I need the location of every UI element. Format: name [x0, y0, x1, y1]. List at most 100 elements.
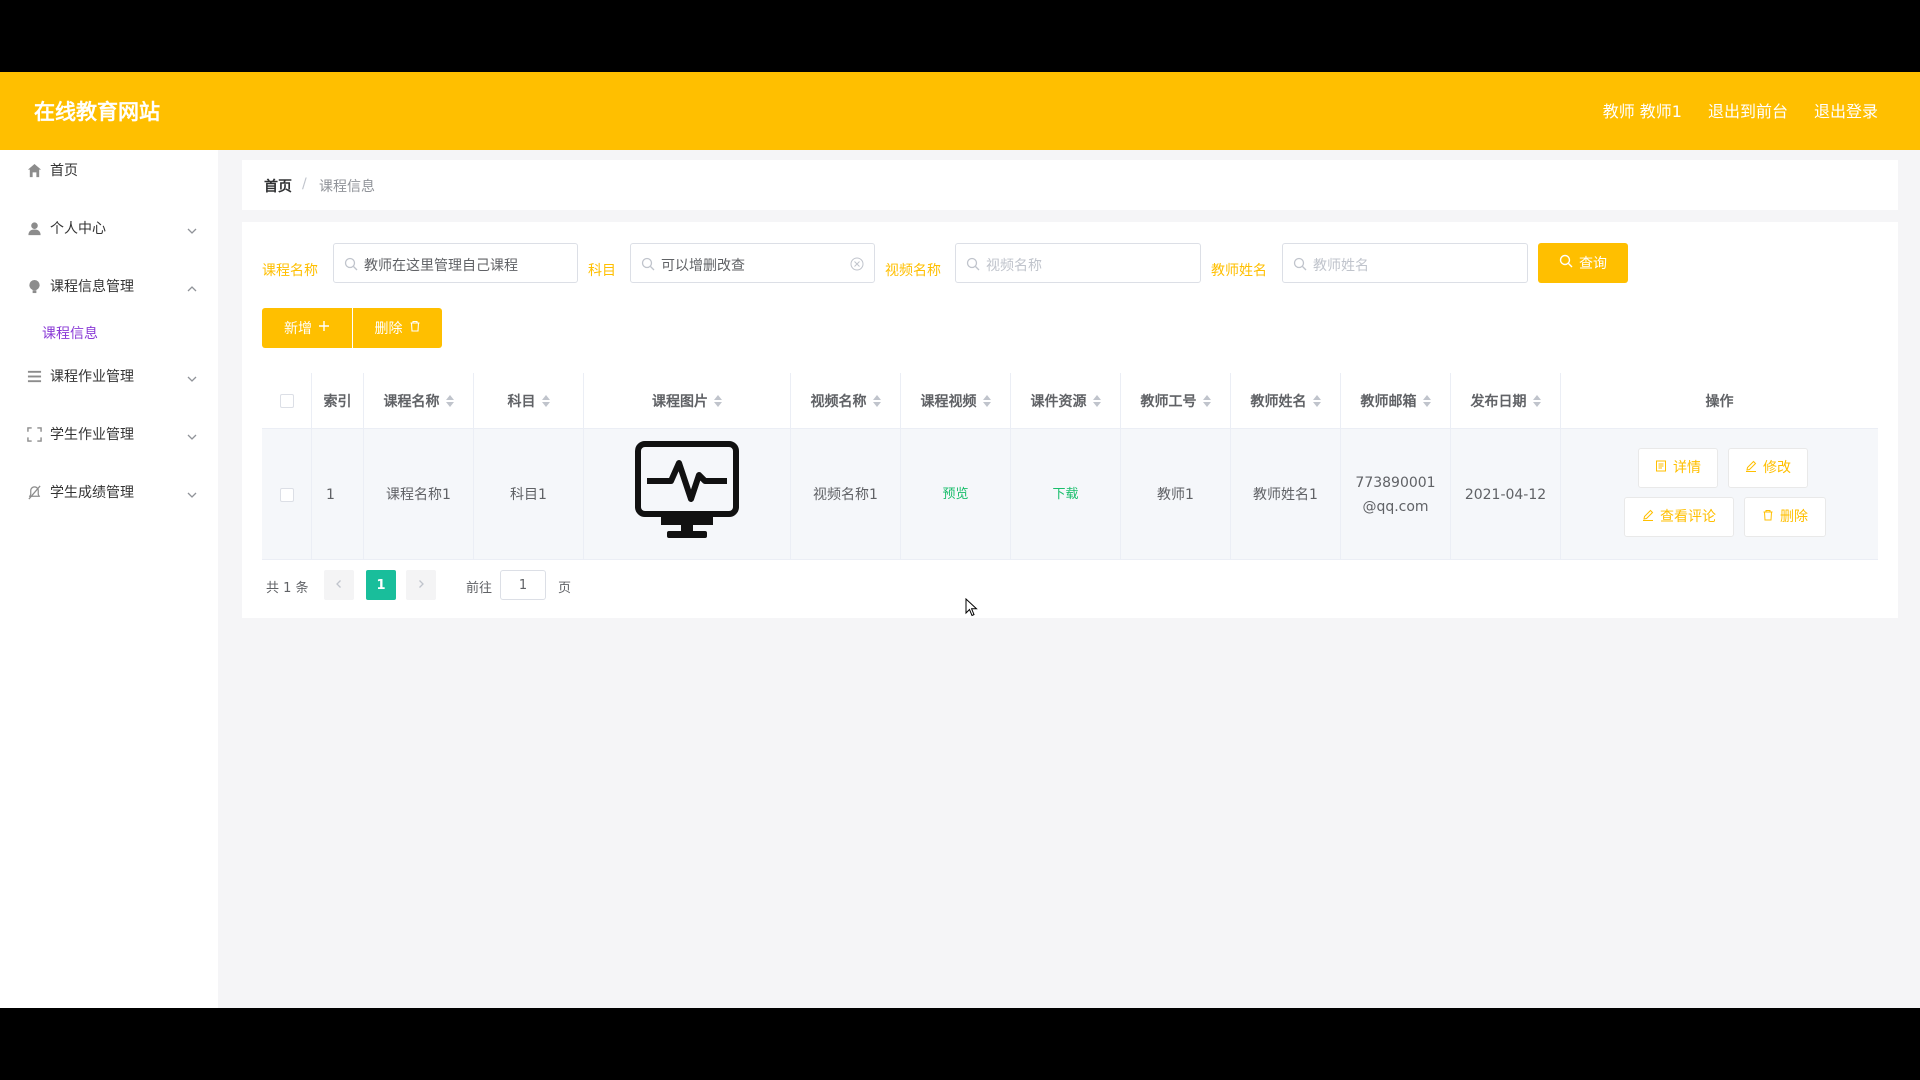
page-suffix: 页 — [558, 581, 572, 596]
sort-icon[interactable] — [445, 394, 454, 408]
pagination: 共 1 条 1 前往 1 页 — [262, 570, 662, 600]
col-header-label: 操作 — [1705, 394, 1734, 410]
top-bar: 在线教育网站 教师 教师1 退出到前台 退出登录 — [0, 72, 1920, 150]
sort-icon[interactable] — [1532, 394, 1541, 408]
col-header-course-name[interactable]: 课程名称 — [364, 373, 474, 429]
detail-button[interactable]: 详情 — [1638, 448, 1718, 488]
cell-course-name: 课程名称1 — [364, 429, 474, 560]
logout-link[interactable]: 退出登录 — [1814, 98, 1878, 122]
sidebar-item-label: 学生成绩管理 — [50, 485, 134, 501]
sidebar-subitem-course-info[interactable]: 课程信息 — [0, 314, 218, 350]
chevron-down-icon — [186, 486, 198, 498]
video-name-label: 视频名称 — [885, 263, 941, 279]
sidebar: 首页 个人中心 课程信息管理 课程信息 课程作业管理 学生作业管理 学生成绩管理 — [0, 150, 218, 1008]
teacher-name-label: 教师姓名 — [1211, 263, 1267, 279]
row-delete-label: 删除 — [1780, 509, 1808, 525]
col-header-course-video[interactable]: 课程视频 — [901, 373, 1011, 429]
sidebar-item-student-score-mgmt[interactable]: 学生成绩管理 — [0, 472, 218, 512]
edit-icon — [1642, 505, 1654, 529]
row-select-cell — [262, 429, 312, 560]
sort-icon[interactable] — [982, 394, 991, 408]
back-to-front-link[interactable]: 退出到前台 — [1708, 98, 1788, 122]
subject-value: 可以增删改查 — [661, 258, 745, 274]
row-checkbox[interactable] — [279, 487, 294, 502]
col-header-teacher-name[interactable]: 教师姓名 — [1231, 373, 1341, 429]
view-comments-label: 查看评论 — [1660, 509, 1716, 525]
select-all-cell — [262, 373, 312, 429]
sidebar-item-home[interactable]: 首页 — [0, 150, 218, 190]
chevron-down-icon — [186, 370, 198, 382]
goto-label: 前往 — [466, 581, 493, 596]
sidebar-item-label: 学生作业管理 — [50, 427, 134, 443]
total-count: 共 1 条 — [266, 581, 309, 596]
sidebar-item-course-info-mgmt[interactable]: 课程信息管理 — [0, 266, 218, 306]
col-header-video-name[interactable]: 视频名称 — [791, 373, 901, 429]
sort-icon[interactable] — [1202, 394, 1211, 408]
table-header: 索引 课程名称 科目 课程图片 视频名称 课程视频 课件资源 教师工号 教师姓名… — [262, 373, 1878, 429]
cell-publish-date: 2021-04-12 — [1451, 429, 1561, 560]
email-line-2: @qq.com — [1362, 498, 1429, 515]
edit-icon — [1745, 456, 1757, 480]
search-icon — [966, 256, 980, 271]
sort-icon[interactable] — [1422, 394, 1431, 408]
next-page-button[interactable] — [406, 570, 436, 600]
col-header-label: 教师姓名 — [1250, 394, 1307, 410]
col-header-teacher-id[interactable]: 教师工号 — [1121, 373, 1231, 429]
col-header-label: 科目 — [507, 394, 536, 410]
goto-page-input[interactable]: 1 — [500, 570, 546, 600]
sidebar-item-course-homework-mgmt[interactable]: 课程作业管理 — [0, 356, 218, 396]
col-header-label: 课程图片 — [652, 394, 708, 410]
row-delete-button[interactable]: 删除 — [1744, 497, 1826, 537]
col-header-course-image[interactable]: 课程图片 — [584, 373, 791, 429]
subject-input[interactable]: 可以增删改查 — [630, 243, 875, 283]
teacher-name-input[interactable]: 教师姓名 — [1282, 243, 1528, 283]
monitor-pulse-icon — [635, 440, 739, 549]
breadcrumb-home[interactable]: 首页 — [264, 176, 292, 196]
trash-icon — [409, 320, 421, 336]
sort-icon[interactable] — [872, 394, 881, 408]
col-header-label: 发布日期 — [1470, 394, 1527, 410]
view-comments-button[interactable]: 查看评论 — [1624, 497, 1734, 537]
col-header-resource[interactable]: 课件资源 — [1011, 373, 1121, 429]
preview-video-link[interactable]: 预览 — [942, 483, 968, 507]
cell-video-name: 视频名称1 — [791, 429, 901, 560]
sort-icon[interactable] — [1312, 394, 1321, 408]
search-button[interactable]: 查询 — [1538, 243, 1628, 283]
course-name-input[interactable]: 教师在这里管理自己课程 — [333, 243, 578, 283]
breadcrumb-current: 课程信息 — [319, 179, 375, 195]
clear-icon[interactable] — [850, 256, 864, 271]
col-header-label: 索引 — [323, 394, 352, 410]
col-header-subject[interactable]: 科目 — [474, 373, 584, 429]
teacher-name-placeholder: 教师姓名 — [1313, 258, 1369, 274]
sort-icon[interactable] — [714, 394, 722, 408]
top-nav: 教师 教师1 退出到前台 退出登录 — [1603, 98, 1878, 122]
col-header-publish-date[interactable]: 发布日期 — [1451, 373, 1561, 429]
batch-delete-button[interactable]: 删除 — [353, 308, 442, 348]
plus-icon — [318, 320, 330, 336]
sort-icon[interactable] — [541, 394, 550, 408]
sidebar-item-label: 首页 — [50, 163, 78, 179]
course-list-panel: 课程名称 教师在这里管理自己课程 科目 可以增删改查 视频名称 视频名称 教师姓… — [242, 222, 1898, 618]
cell-resource: 下载 — [1011, 429, 1121, 560]
add-button[interactable]: 新增 — [262, 308, 352, 348]
col-header-teacher-email[interactable]: 教师邮箱 — [1341, 373, 1451, 429]
user-label[interactable]: 教师 教师1 — [1603, 98, 1682, 122]
video-name-input[interactable]: 视频名称 — [955, 243, 1201, 283]
col-header-label: 课程视频 — [920, 394, 977, 410]
download-resource-link[interactable]: 下载 — [1052, 483, 1078, 507]
select-all-checkbox[interactable] — [279, 394, 294, 408]
breadcrumb-separator: / — [302, 176, 307, 192]
sort-icon[interactable] — [1092, 394, 1101, 408]
video-name-placeholder: 视频名称 — [986, 258, 1042, 274]
chevron-down-icon — [186, 222, 198, 234]
document-icon — [1655, 456, 1667, 480]
cell-subject: 科目1 — [474, 429, 584, 560]
edit-button[interactable]: 修改 — [1728, 448, 1808, 488]
chevron-left-icon — [334, 577, 344, 593]
sidebar-item-profile[interactable]: 个人中心 — [0, 208, 218, 248]
prev-page-button[interactable] — [324, 570, 354, 600]
sidebar-item-student-homework-mgmt[interactable]: 学生作业管理 — [0, 414, 218, 454]
page-number-current[interactable]: 1 — [366, 570, 396, 600]
list-icon — [26, 368, 42, 384]
search-icon — [1559, 254, 1573, 272]
